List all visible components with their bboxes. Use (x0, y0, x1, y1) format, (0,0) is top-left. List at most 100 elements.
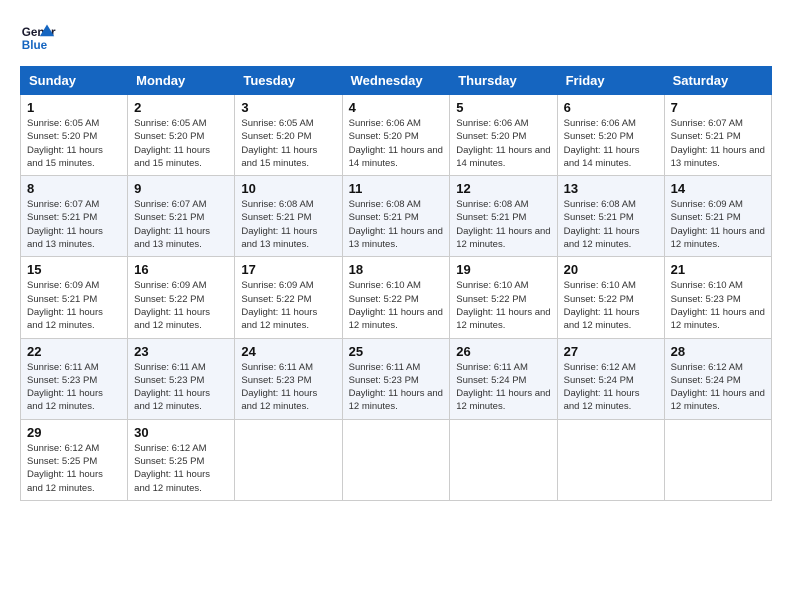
day-number: 28 (671, 344, 765, 359)
day-info: Sunrise: 6:09 AMSunset: 5:21 PMDaylight:… (27, 279, 121, 332)
calendar-cell (235, 419, 342, 500)
day-info: Sunrise: 6:11 AMSunset: 5:23 PMDaylight:… (241, 361, 335, 414)
day-info: Sunrise: 6:12 AMSunset: 5:25 PMDaylight:… (134, 442, 228, 495)
day-number: 23 (134, 344, 228, 359)
calendar-cell: 16 Sunrise: 6:09 AMSunset: 5:22 PMDaylig… (128, 257, 235, 338)
day-info: Sunrise: 6:10 AMSunset: 5:22 PMDaylight:… (349, 279, 444, 332)
calendar-cell: 8 Sunrise: 6:07 AMSunset: 5:21 PMDayligh… (21, 176, 128, 257)
day-number: 17 (241, 262, 335, 277)
calendar-cell: 23 Sunrise: 6:11 AMSunset: 5:23 PMDaylig… (128, 338, 235, 419)
day-number: 3 (241, 100, 335, 115)
calendar-cell: 26 Sunrise: 6:11 AMSunset: 5:24 PMDaylig… (450, 338, 557, 419)
logo: General Blue (20, 20, 56, 56)
day-number: 30 (134, 425, 228, 440)
calendar-cell: 10 Sunrise: 6:08 AMSunset: 5:21 PMDaylig… (235, 176, 342, 257)
calendar-cell: 28 Sunrise: 6:12 AMSunset: 5:24 PMDaylig… (664, 338, 771, 419)
day-info: Sunrise: 6:06 AMSunset: 5:20 PMDaylight:… (456, 117, 550, 170)
day-number: 20 (564, 262, 658, 277)
day-number: 1 (27, 100, 121, 115)
calendar-cell: 15 Sunrise: 6:09 AMSunset: 5:21 PMDaylig… (21, 257, 128, 338)
calendar-cell: 18 Sunrise: 6:10 AMSunset: 5:22 PMDaylig… (342, 257, 450, 338)
header-day-monday: Monday (128, 67, 235, 95)
calendar-cell: 30 Sunrise: 6:12 AMSunset: 5:25 PMDaylig… (128, 419, 235, 500)
day-number: 15 (27, 262, 121, 277)
day-info: Sunrise: 6:09 AMSunset: 5:22 PMDaylight:… (134, 279, 228, 332)
calendar-cell: 29 Sunrise: 6:12 AMSunset: 5:25 PMDaylig… (21, 419, 128, 500)
day-info: Sunrise: 6:08 AMSunset: 5:21 PMDaylight:… (564, 198, 658, 251)
calendar-week-2: 8 Sunrise: 6:07 AMSunset: 5:21 PMDayligh… (21, 176, 772, 257)
day-info: Sunrise: 6:12 AMSunset: 5:24 PMDaylight:… (671, 361, 765, 414)
calendar-week-4: 22 Sunrise: 6:11 AMSunset: 5:23 PMDaylig… (21, 338, 772, 419)
day-number: 2 (134, 100, 228, 115)
calendar-cell (342, 419, 450, 500)
svg-text:Blue: Blue (22, 39, 48, 52)
day-number: 6 (564, 100, 658, 115)
calendar-cell: 22 Sunrise: 6:11 AMSunset: 5:23 PMDaylig… (21, 338, 128, 419)
logo-icon: General Blue (20, 20, 56, 56)
calendar-week-1: 1 Sunrise: 6:05 AMSunset: 5:20 PMDayligh… (21, 95, 772, 176)
day-info: Sunrise: 6:12 AMSunset: 5:25 PMDaylight:… (27, 442, 121, 495)
calendar-cell: 21 Sunrise: 6:10 AMSunset: 5:23 PMDaylig… (664, 257, 771, 338)
day-info: Sunrise: 6:08 AMSunset: 5:21 PMDaylight:… (456, 198, 550, 251)
calendar-cell: 6 Sunrise: 6:06 AMSunset: 5:20 PMDayligh… (557, 95, 664, 176)
day-number: 22 (27, 344, 121, 359)
day-number: 7 (671, 100, 765, 115)
day-number: 18 (349, 262, 444, 277)
day-info: Sunrise: 6:11 AMSunset: 5:23 PMDaylight:… (27, 361, 121, 414)
page-header: General Blue (20, 20, 772, 56)
header-day-wednesday: Wednesday (342, 67, 450, 95)
calendar-cell: 1 Sunrise: 6:05 AMSunset: 5:20 PMDayligh… (21, 95, 128, 176)
day-number: 19 (456, 262, 550, 277)
day-number: 5 (456, 100, 550, 115)
day-number: 29 (27, 425, 121, 440)
day-number: 16 (134, 262, 228, 277)
day-number: 25 (349, 344, 444, 359)
calendar-cell: 4 Sunrise: 6:06 AMSunset: 5:20 PMDayligh… (342, 95, 450, 176)
day-info: Sunrise: 6:11 AMSunset: 5:23 PMDaylight:… (134, 361, 228, 414)
header-day-saturday: Saturday (664, 67, 771, 95)
day-number: 9 (134, 181, 228, 196)
calendar-cell: 25 Sunrise: 6:11 AMSunset: 5:23 PMDaylig… (342, 338, 450, 419)
calendar-week-3: 15 Sunrise: 6:09 AMSunset: 5:21 PMDaylig… (21, 257, 772, 338)
header-day-tuesday: Tuesday (235, 67, 342, 95)
day-number: 24 (241, 344, 335, 359)
calendar-cell: 11 Sunrise: 6:08 AMSunset: 5:21 PMDaylig… (342, 176, 450, 257)
day-info: Sunrise: 6:09 AMSunset: 5:22 PMDaylight:… (241, 279, 335, 332)
day-number: 14 (671, 181, 765, 196)
day-info: Sunrise: 6:07 AMSunset: 5:21 PMDaylight:… (671, 117, 765, 170)
day-number: 4 (349, 100, 444, 115)
calendar-cell: 17 Sunrise: 6:09 AMSunset: 5:22 PMDaylig… (235, 257, 342, 338)
day-number: 8 (27, 181, 121, 196)
calendar-cell (557, 419, 664, 500)
day-number: 11 (349, 181, 444, 196)
calendar-cell (664, 419, 771, 500)
day-info: Sunrise: 6:10 AMSunset: 5:23 PMDaylight:… (671, 279, 765, 332)
day-info: Sunrise: 6:11 AMSunset: 5:23 PMDaylight:… (349, 361, 444, 414)
day-info: Sunrise: 6:10 AMSunset: 5:22 PMDaylight:… (456, 279, 550, 332)
calendar-cell (450, 419, 557, 500)
day-number: 12 (456, 181, 550, 196)
day-info: Sunrise: 6:05 AMSunset: 5:20 PMDaylight:… (27, 117, 121, 170)
header-day-sunday: Sunday (21, 67, 128, 95)
header-day-thursday: Thursday (450, 67, 557, 95)
calendar-cell: 3 Sunrise: 6:05 AMSunset: 5:20 PMDayligh… (235, 95, 342, 176)
day-info: Sunrise: 6:12 AMSunset: 5:24 PMDaylight:… (564, 361, 658, 414)
calendar-cell: 14 Sunrise: 6:09 AMSunset: 5:21 PMDaylig… (664, 176, 771, 257)
day-number: 13 (564, 181, 658, 196)
day-info: Sunrise: 6:08 AMSunset: 5:21 PMDaylight:… (349, 198, 444, 251)
day-info: Sunrise: 6:07 AMSunset: 5:21 PMDaylight:… (134, 198, 228, 251)
day-number: 26 (456, 344, 550, 359)
day-info: Sunrise: 6:06 AMSunset: 5:20 PMDaylight:… (349, 117, 444, 170)
calendar-cell: 20 Sunrise: 6:10 AMSunset: 5:22 PMDaylig… (557, 257, 664, 338)
day-info: Sunrise: 6:09 AMSunset: 5:21 PMDaylight:… (671, 198, 765, 251)
day-info: Sunrise: 6:08 AMSunset: 5:21 PMDaylight:… (241, 198, 335, 251)
calendar-table: SundayMondayTuesdayWednesdayThursdayFrid… (20, 66, 772, 501)
day-number: 27 (564, 344, 658, 359)
calendar-cell: 7 Sunrise: 6:07 AMSunset: 5:21 PMDayligh… (664, 95, 771, 176)
calendar-header: SundayMondayTuesdayWednesdayThursdayFrid… (21, 67, 772, 95)
day-number: 10 (241, 181, 335, 196)
calendar-cell: 9 Sunrise: 6:07 AMSunset: 5:21 PMDayligh… (128, 176, 235, 257)
calendar-cell: 12 Sunrise: 6:08 AMSunset: 5:21 PMDaylig… (450, 176, 557, 257)
day-info: Sunrise: 6:10 AMSunset: 5:22 PMDaylight:… (564, 279, 658, 332)
day-info: Sunrise: 6:07 AMSunset: 5:21 PMDaylight:… (27, 198, 121, 251)
